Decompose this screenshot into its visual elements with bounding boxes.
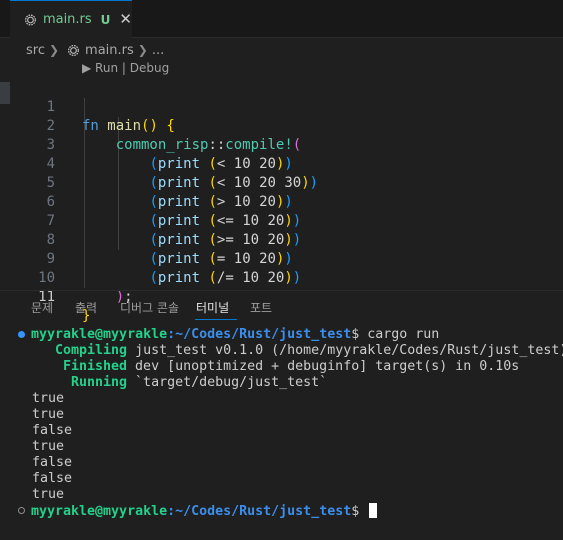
terminal-output-line: true xyxy=(32,391,65,406)
terminal-line: Compiling just_test v0.1.0 (/home/myyrak… xyxy=(55,343,563,358)
tab-ports[interactable]: 포트 xyxy=(250,299,272,316)
code-line: 3 (print (< 10 20)) xyxy=(0,117,563,172)
code-line: 4 (print (< 10 20 30)) xyxy=(0,136,563,191)
terminal-line: Running `target/debug/just_test` xyxy=(71,375,328,390)
terminal-output-line: false xyxy=(32,423,73,438)
chevron-right-icon: ❯ xyxy=(48,43,60,57)
tab-main-rs[interactable]: main.rs U ✕ xyxy=(10,0,132,38)
code-line: 2 common_risp::compile!( xyxy=(0,98,563,153)
terminal-output-line: true xyxy=(32,439,65,454)
close-icon[interactable]: ✕ xyxy=(119,12,132,27)
breadcrumb-file[interactable]: main.rs xyxy=(85,43,134,58)
terminal-output-line: true xyxy=(32,407,65,422)
active-tab-indicator xyxy=(195,319,237,320)
rust-file-icon xyxy=(24,14,36,25)
terminal-output-line: true xyxy=(32,487,65,502)
chevron-right-icon: ❯ xyxy=(137,43,148,57)
tab-output[interactable]: 출력 xyxy=(75,299,97,316)
terminal-prompt-line: myyrakle@myyrakle:~/Codes/Rust/just_test… xyxy=(31,327,440,342)
run-debug-codelens[interactable]: ▶ Run | Debug xyxy=(82,61,169,75)
tab-problems[interactable]: 문제 xyxy=(31,299,53,316)
code-line: 11 } xyxy=(0,269,563,324)
tab-debug-console[interactable]: 디버그 콘솔 xyxy=(120,299,179,316)
code-line: 5 (print (> 10 20)) xyxy=(0,155,563,210)
terminal-output-line: false xyxy=(32,455,73,470)
code-line: 8 (print (= 10 20)) xyxy=(0,212,563,267)
terminal-cursor xyxy=(369,503,378,518)
code-line: 6 (print (<= 10 20)) xyxy=(0,174,563,229)
code-line: 7 (print (>= 10 20)) xyxy=(0,193,563,248)
terminal-line: Finished dev [unoptimized + debuginfo] t… xyxy=(63,359,520,374)
breadcrumb: src ❯ main.rs ❯ ... xyxy=(26,41,164,59)
command-idle-icon xyxy=(18,507,25,514)
tab-terminal[interactable]: 터미널 xyxy=(196,299,229,316)
code-line: 1 fn main() { xyxy=(0,79,563,134)
editor-tab-bar: main.rs U ✕ xyxy=(0,0,563,38)
breadcrumb-more[interactable]: ... xyxy=(152,43,164,58)
terminal-prompt-line: myyrakle@myyrakle:~/Codes/Rust/just_test… xyxy=(31,503,378,519)
terminal-output-line: false xyxy=(32,471,73,486)
panel-tabs: 문제 출력 디버그 콘솔 터미널 포트 xyxy=(0,291,563,325)
code-line: 9 (print (/= 10 20)) xyxy=(0,231,563,286)
breadcrumb-folder[interactable]: src xyxy=(26,43,45,58)
bottom-panel: 문제 출력 디버그 콘솔 터미널 포트 myyrakle@myyrakle:~/… xyxy=(0,290,563,540)
tab-filename: main.rs xyxy=(42,12,92,27)
git-untracked-badge: U xyxy=(100,12,111,27)
code-line: 10 ); xyxy=(0,250,563,305)
command-success-icon xyxy=(18,331,25,338)
rust-file-icon xyxy=(68,44,80,56)
code-editor[interactable]: ▶ Run | Debug 1 fn main() { 2 common_ris… xyxy=(0,60,563,324)
